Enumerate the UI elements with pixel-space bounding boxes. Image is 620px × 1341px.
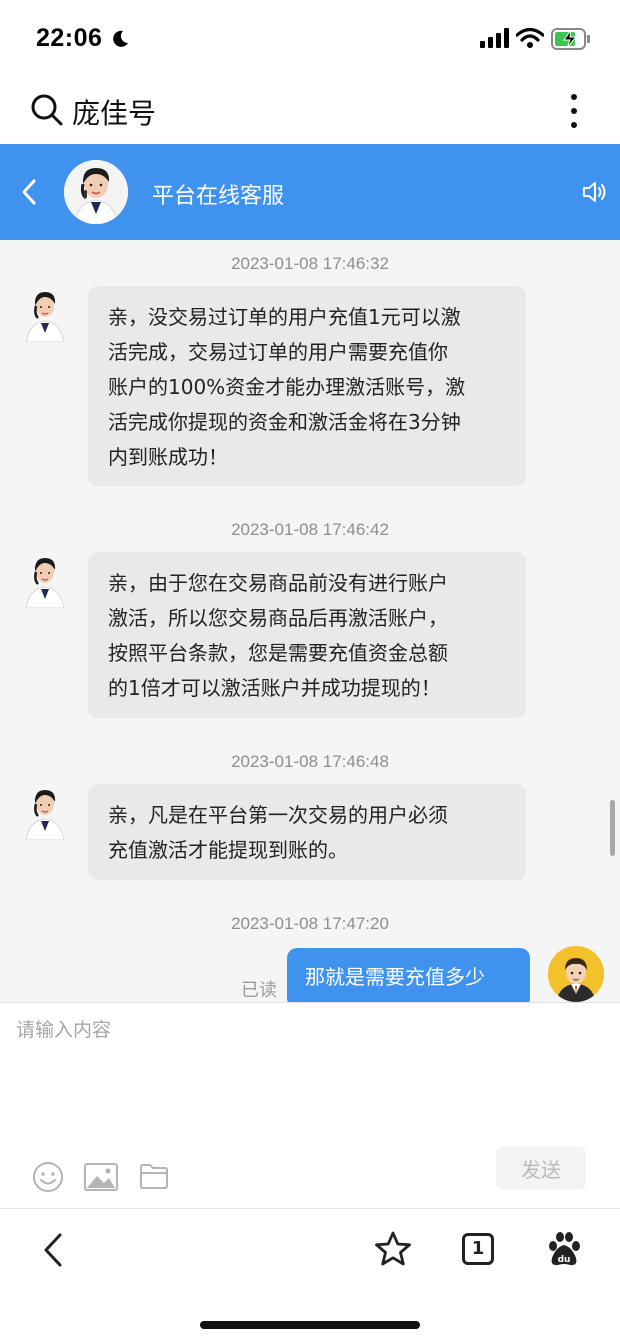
more-vertical-icon[interactable] [562,92,586,130]
search-query[interactable]: 庞佳号 [72,92,156,132]
home-indicator[interactable] [200,1321,420,1329]
agent-avatar [22,286,68,342]
message-timestamp: 2023-01-08 17:46:42 [231,520,389,539]
star-icon[interactable] [374,1231,412,1267]
chat-header: 平台在线客服 [0,144,620,240]
status-bar: 22:06 [0,0,620,78]
baidu-paw-icon[interactable]: du [546,1231,582,1267]
send-button[interactable]: 发送 [496,1147,586,1189]
agent-message-bubble[interactable]: 亲，由于您在交易商品前没有进行账户 激活，所以您交易商品后再激活账户， 按照平台… [88,552,526,718]
message-line: 活完成，交易过订单的用户需要充值你 [108,340,448,364]
agent-avatar [22,552,68,608]
message-composer: 发送 [0,1002,620,1208]
back-chevron-icon[interactable] [40,1231,68,1269]
chat-message-list[interactable]: 2023-01-08 17:46:32 亲，没交易过订单的用户充值1元可以激 活… [0,240,620,1002]
message-timestamp: 2023-01-08 17:47:20 [231,914,389,933]
message-line: 充值激活才能提现到账的。 [108,838,348,862]
message-timestamp: 2023-01-08 17:46:48 [231,752,389,771]
message-line: 亲，没交易过订单的用户充值1元可以激 [108,305,461,329]
browser-bottom-toolbar: 1 du [0,1208,620,1341]
message-input[interactable] [16,1015,606,1135]
scrollbar-thumb[interactable] [610,800,615,856]
chat-title: 平台在线客服 [152,184,285,209]
message-timestamp: 2023-01-08 17:46:32 [231,254,389,273]
agent-message-bubble[interactable]: 亲，凡是在平台第一次交易的用户必须 充值激活才能提现到账的。 [88,784,526,880]
message-line: 按照平台条款，您是需要充值资金总额 [108,641,448,665]
browser-search-bar[interactable]: 庞佳号 [0,78,620,144]
speaker-icon[interactable] [582,180,608,204]
message-line: 亲，凡是在平台第一次交易的用户必须 [108,803,448,827]
wifi-icon [516,27,544,48]
message-line: 内到账成功！ [108,445,228,469]
search-icon[interactable] [30,93,64,127]
status-time: 22:06 [36,24,103,52]
image-icon[interactable] [84,1163,118,1191]
message-line: 亲，由于您在交易商品前没有进行账户 [108,571,448,595]
message-line: 活完成你提现的资金和激活金将在3分钟 [108,410,461,434]
message-line: 的1倍才可以激活账户并成功提现的！ [108,676,441,700]
signal-icon [480,28,509,48]
moon-icon [113,30,128,47]
message-line: 激活，所以您交易商品后再激活账户， [108,606,448,630]
tabs-icon[interactable]: 1 [462,1233,494,1265]
agent-avatar [64,160,128,224]
emoji-icon[interactable] [32,1161,64,1193]
svg-text:du: du [558,1255,571,1265]
user-avatar [548,946,604,1002]
battery-charging-icon [551,28,590,50]
back-chevron-icon[interactable] [18,178,40,206]
agent-message-bubble[interactable]: 亲，没交易过订单的用户充值1元可以激 活完成，交易过订单的用户需要充值你 账户的… [88,286,526,486]
user-message-bubble[interactable]: 那就是需要充值多少 [287,948,530,1002]
folder-icon[interactable] [140,1163,168,1189]
agent-avatar [22,784,68,840]
read-status: 已读 [241,980,277,1001]
message-line: 账户的100%资金才能办理激活账号，激 [108,375,466,399]
